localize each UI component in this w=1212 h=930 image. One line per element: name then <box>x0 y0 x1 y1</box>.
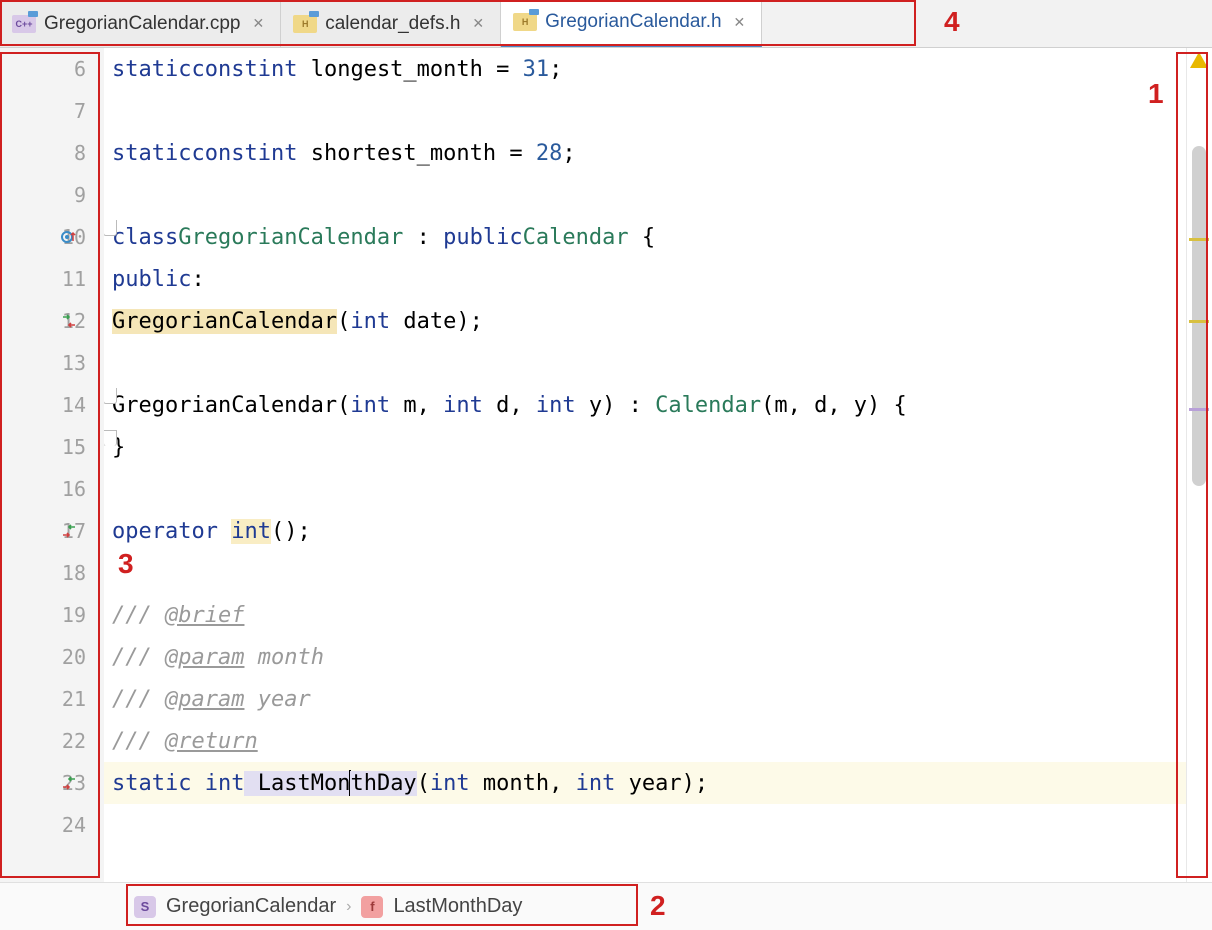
vcs-change-marker-icon[interactable] <box>58 772 80 794</box>
line-number: 8 <box>56 141 86 165</box>
breadcrumb: S GregorianCalendar › f LastMonthDay <box>0 882 1212 930</box>
line-number: 18 <box>56 561 86 585</box>
annotation-number: 4 <box>944 6 960 38</box>
line-number: 19 <box>56 603 86 627</box>
line-number: 16 <box>56 477 86 501</box>
breadcrumb-item[interactable]: GregorianCalendar <box>166 895 336 918</box>
h-file-icon: H <box>293 15 317 33</box>
override-marker-icon[interactable] <box>58 226 80 248</box>
fold-marker-icon[interactable] <box>104 430 117 446</box>
breadcrumb-item[interactable]: LastMonthDay <box>393 895 522 918</box>
tab-label: calendar_defs.h <box>325 13 460 35</box>
line-number: 7 <box>56 99 86 123</box>
line-number: 22 <box>56 729 86 753</box>
annotation-number: 3 <box>118 548 134 580</box>
line-number: 6 <box>56 57 86 81</box>
h-file-icon: H <box>513 13 537 31</box>
tab-gregorian-h[interactable]: H GregorianCalendar.h ✕ <box>501 0 762 47</box>
line-number: 24 <box>56 813 86 837</box>
editor-area: 6 7 8 9 10 11 12 13 14 15 16 17 18 19 20… <box>0 48 1212 882</box>
marker-stripe[interactable] <box>1189 408 1209 411</box>
line-number: 11 <box>56 267 86 291</box>
tab-label: GregorianCalendar.cpp <box>44 13 240 35</box>
fold-marker-icon[interactable] <box>104 220 117 236</box>
close-icon[interactable]: ✕ <box>248 13 268 34</box>
close-icon[interactable]: ✕ <box>730 12 750 33</box>
marker-stripe[interactable] <box>1189 320 1209 323</box>
annotation-number: 2 <box>650 890 666 922</box>
scrollbar-thumb[interactable] <box>1192 146 1206 486</box>
line-number: 9 <box>56 183 86 207</box>
marker-stripe[interactable] <box>1189 238 1209 241</box>
struct-icon: S <box>134 896 156 918</box>
line-number: 14 <box>56 393 86 417</box>
chevron-right-icon: › <box>346 898 351 916</box>
vcs-change-marker-icon[interactable] <box>58 520 80 542</box>
tab-gregorian-cpp[interactable]: C++ GregorianCalendar.cpp ✕ <box>0 0 281 47</box>
line-number: 13 <box>56 351 86 375</box>
close-icon[interactable]: ✕ <box>468 13 488 34</box>
code-editor[interactable]: static const int longest_month = 31; sta… <box>104 48 1186 882</box>
cpp-file-icon: C++ <box>12 15 36 33</box>
error-stripe[interactable] <box>1186 48 1212 882</box>
line-number: 20 <box>56 645 86 669</box>
tab-bar: C++ GregorianCalendar.cpp ✕ H calendar_d… <box>0 0 1212 48</box>
vcs-change-marker-icon[interactable] <box>58 310 80 332</box>
gutter[interactable]: 6 7 8 9 10 11 12 13 14 15 16 17 18 19 20… <box>0 48 104 882</box>
line-number: 21 <box>56 687 86 711</box>
warning-icon[interactable] <box>1190 52 1208 68</box>
tab-calendar-defs[interactable]: H calendar_defs.h ✕ <box>281 0 501 47</box>
annotation-number: 1 <box>1148 78 1164 110</box>
fold-marker-icon[interactable] <box>104 388 117 404</box>
tab-label: GregorianCalendar.h <box>545 11 721 33</box>
line-number: 15 <box>56 435 86 459</box>
function-icon: f <box>361 896 383 918</box>
